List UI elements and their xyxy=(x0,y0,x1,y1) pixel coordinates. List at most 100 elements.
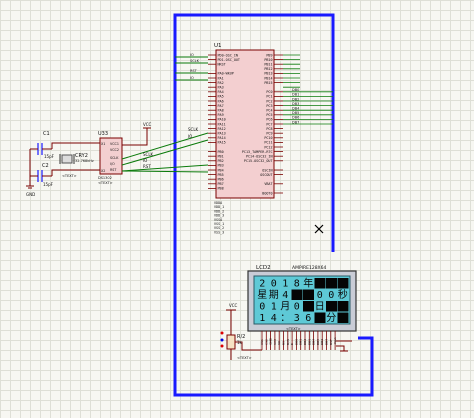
lcd-char: 年 xyxy=(303,277,313,290)
u1-left-pin-label: PA11 xyxy=(218,122,226,126)
bus-wire-bottom[interactable] xyxy=(173,336,374,397)
capacitor-c1[interactable]: C1 15pF xyxy=(30,131,55,159)
u1-db-net-label: DB2 xyxy=(292,97,299,101)
vcc-symbol-rtc: VCC xyxy=(122,122,152,146)
lcd-power-wires[interactable] xyxy=(336,340,352,352)
lcd-footer: <TEXT> xyxy=(286,327,301,331)
lcd-block-cell xyxy=(337,301,349,312)
lcd-char: 1 xyxy=(259,313,265,324)
lcd-char: 0 xyxy=(317,290,323,301)
lcd-pins: CS1 CS2 GND VCC V0 RS R/W E DB0 DB1 DB2 DB3 DB4 DB5 DB… xyxy=(260,331,337,350)
u1-left-pin-label: PB7 xyxy=(218,182,224,186)
lcd-block-cell xyxy=(291,289,303,300)
c1-value: 15pF xyxy=(44,154,55,159)
lcd-char: 0 xyxy=(294,302,300,313)
u1-right-pin-label: PC11 xyxy=(264,141,272,145)
u33-part: DS1302 xyxy=(98,176,112,180)
gnd-label: GND xyxy=(26,192,35,197)
lcd-char: ： xyxy=(280,313,290,324)
u1-left-net-label: SCLK xyxy=(190,59,200,63)
cursor-cross-icon xyxy=(314,224,324,234)
u1-right-pin-label: PB12 xyxy=(264,67,272,71)
u33-pin-sclk: SCLK xyxy=(110,156,119,160)
u1-right-pin-label: PC5 xyxy=(266,113,272,117)
net-sclk-u1: SCLK xyxy=(188,127,199,132)
u1-left-pin-label: PB1 xyxy=(218,155,224,159)
u1-left-pin-label: PB5 xyxy=(218,173,224,177)
u1-right-pin-label: PC9 xyxy=(266,132,272,136)
lcd-char: 4 xyxy=(282,290,288,301)
lcd-char: 4 xyxy=(271,313,277,324)
net-io: IO xyxy=(143,158,147,163)
c2-value: 15pF xyxy=(43,182,54,187)
u1-chip[interactable]: U1 PD0-OSC_INPD1-OSC_OUTNRSTPA0-WKUPPA1P… xyxy=(208,43,283,234)
u33-pin-vcc2: VCC2 xyxy=(110,148,119,152)
u1-left-pin-label: PB8 xyxy=(218,187,224,191)
u1-db-net-label: DB5 xyxy=(292,111,299,115)
net-io-u1: IO xyxy=(188,134,192,139)
schematic-canvas[interactable]: U1 PD0-OSC_IN PD1-OSC_OUT NRST PA0-WKUP PA1 P… xyxy=(0,0,474,418)
u1-left-pin-label: PA2 xyxy=(218,81,224,85)
u1-left-pin-label: PB4 xyxy=(218,168,224,172)
u1-left-pin-label: PA13 xyxy=(218,132,226,136)
u1-right-pin-label: OSCIN xyxy=(262,168,272,172)
u1-right-pin-label: OSCOUT xyxy=(260,173,272,177)
lcd-block-cell xyxy=(314,278,326,289)
lcd-block-cell xyxy=(303,301,314,312)
u1-left-pin-label: PA10 xyxy=(218,118,226,122)
u1-left-pin-label: PA9 xyxy=(218,113,224,117)
lcd-char: 3 xyxy=(294,313,300,324)
lcd-char: 0 xyxy=(259,302,265,313)
lcd-char: 1 xyxy=(271,302,277,313)
u1-left-pin-label: PA15 xyxy=(218,141,226,145)
u33-pin-io: I/O xyxy=(110,162,115,166)
pot-footer: <TEXT> xyxy=(237,356,252,360)
u1-left-pin-label: PB2 xyxy=(218,159,224,163)
rtc-section[interactable]: C1 15pF C2 15pF GND CRY2 32.768kHz <TEXT… xyxy=(26,122,209,197)
u33-pin-rst: RST xyxy=(110,168,117,172)
u1-right-pin-label: PC1 xyxy=(266,95,272,99)
pot-marker-red xyxy=(220,331,224,335)
net-rst: RST xyxy=(143,164,151,169)
lcd-char: 0 xyxy=(271,279,277,290)
u1-right-net-wires[interactable]: DB0DB1DB2DB3DB4DB5DB6DB7 xyxy=(283,54,333,125)
u33-footer: <TEXT> xyxy=(98,181,113,185)
u1-left-pin-label: PA6 xyxy=(218,99,224,103)
u1-right-pin-label: PC4 xyxy=(266,109,272,113)
lcd-char: 星 xyxy=(257,289,267,301)
u1-left-net-label: RST xyxy=(190,69,198,73)
lcd-char: 日 xyxy=(315,302,325,313)
u1-db-net-label: DB1 xyxy=(292,93,299,97)
u1-left-pin-label: PD1-OSC_OUT xyxy=(218,58,240,62)
u1-left-pin-label: PA5 xyxy=(218,95,224,99)
u1-db-net-label: DB4 xyxy=(292,107,300,111)
u1-right-pin-label: PC8 xyxy=(266,127,272,131)
lcd-char: 分 xyxy=(326,312,336,324)
pot-value: 1k xyxy=(237,340,243,345)
u1-right-pin-label: PC13_TAMPER-RTC xyxy=(242,150,273,154)
gnd-symbol: GND xyxy=(26,149,35,197)
lcd-char: 0 xyxy=(328,290,334,301)
u1-power-pins: VDDAVDD_1VDD_2VDD_3VSSAVSS_1VSS_2VSS_3 xyxy=(214,201,224,234)
u1-left-net-label: IO xyxy=(190,76,194,80)
u1-left-pin-label: PD0-OSC_IN xyxy=(218,53,238,57)
crystal-cry2[interactable]: CRY2 32.768kHz <TEXT> xyxy=(59,153,94,178)
pot-vcc: VCC xyxy=(229,303,238,308)
u33-pin-x1: X1 xyxy=(101,142,105,146)
capacitor-c2[interactable]: C2 15pF xyxy=(30,163,54,187)
lcd-block-cell xyxy=(314,312,326,323)
u1-right-pin-label: PC10 xyxy=(264,136,272,140)
u1-left-pin-label: PA4 xyxy=(218,90,224,94)
u1-db-net-label: DB6 xyxy=(292,116,299,120)
lcd-block-cell xyxy=(337,312,349,323)
u1-right-pin-label: PC0 xyxy=(266,90,272,94)
pot-marker-red-2 xyxy=(220,344,224,348)
u1-right-pin-label: PB14 xyxy=(264,76,272,80)
u1-ref: U1 xyxy=(214,43,222,49)
c2-ref: C2 xyxy=(42,163,49,169)
u1-left-pin-label: PA8 xyxy=(218,109,224,113)
vcc-label: VCC xyxy=(143,122,152,127)
u1-left-pin-label: PA12 xyxy=(218,127,226,131)
lcd-module[interactable]: LCD2 AMPIRE128X64 2 0 1 8 年星期 4 0 0 秒0 1 月 0 日1 4： 3 6 分… xyxy=(247,265,357,350)
u1-left-pin-label: PA7 xyxy=(218,104,224,108)
